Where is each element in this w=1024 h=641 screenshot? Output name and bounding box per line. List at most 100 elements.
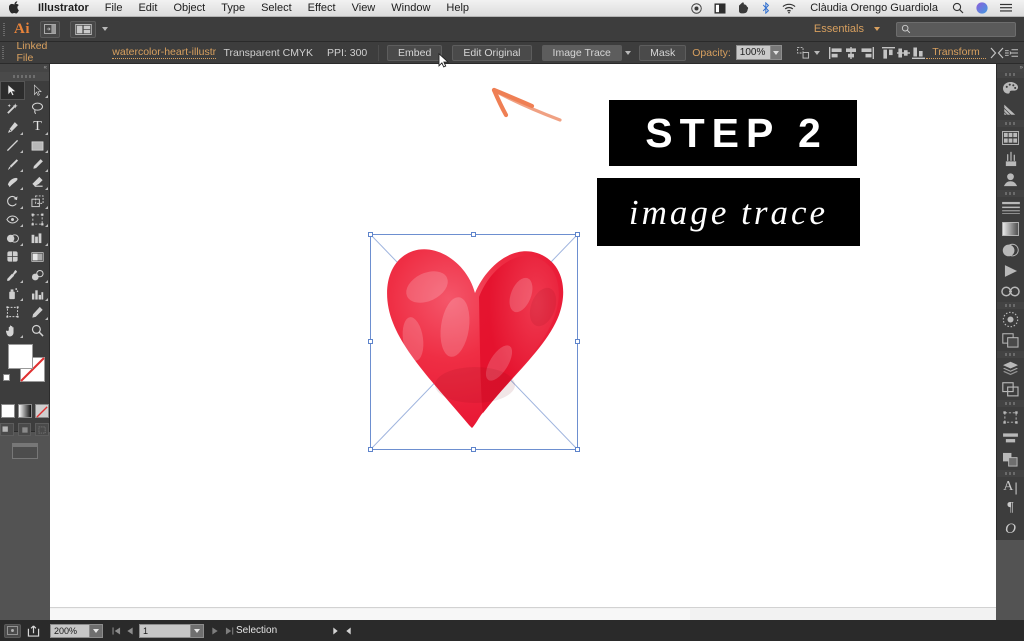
color-guide-panel-icon[interactable] (997, 99, 1024, 120)
menu-file[interactable]: File (97, 2, 131, 14)
selected-placed-image[interactable] (368, 232, 580, 452)
apple-menu-icon[interactable] (0, 0, 30, 16)
align-options-caret-icon[interactable] (811, 45, 822, 61)
align-right-icon[interactable] (859, 44, 874, 62)
swap-default-colors[interactable] (3, 374, 10, 381)
next-artboard-icon[interactable] (208, 624, 222, 638)
search-input[interactable] (896, 21, 1016, 37)
dock-group-handle[interactable] (997, 470, 1024, 477)
align-center-horizontal-icon[interactable] (844, 44, 859, 62)
first-artboard-icon[interactable] (109, 624, 123, 638)
pen-tool[interactable] (0, 118, 25, 137)
color-mode-icon[interactable] (0, 404, 15, 418)
glyphs-panel-icon[interactable]: O (997, 519, 1024, 540)
dock-group-handle[interactable] (997, 190, 1024, 198)
dock-group-handle[interactable] (997, 400, 1024, 407)
swatches-panel-icon[interactable] (997, 127, 1024, 148)
opacity-caret-icon[interactable] (770, 45, 782, 60)
mesh-tool[interactable] (0, 248, 25, 267)
artboards-panel-icon[interactable] (997, 379, 1024, 400)
symbol-sprayer-tool[interactable] (0, 285, 25, 304)
evernote-icon[interactable] (732, 2, 756, 14)
zoom-level-caret-icon[interactable] (90, 623, 103, 638)
column-graph-tool[interactable] (25, 285, 50, 304)
selection-handle[interactable] (471, 447, 476, 452)
rectangle-tool[interactable] (25, 137, 50, 156)
preview-mode-icon[interactable] (4, 623, 21, 638)
bluetooth-icon[interactable] (756, 2, 776, 14)
screen-mode-icon[interactable] (0, 436, 49, 459)
zoom-tool[interactable] (25, 322, 50, 341)
tools-panel-handle[interactable] (0, 72, 49, 81)
pencil-tool[interactable] (25, 155, 50, 174)
artboard-number-input[interactable]: 1 (139, 623, 191, 638)
align-left-icon[interactable] (829, 44, 844, 62)
selection-tool[interactable] (0, 81, 25, 100)
dock-group-handle[interactable] (997, 351, 1024, 358)
display-icon[interactable] (708, 2, 732, 14)
shape-builder-icon[interactable] (990, 44, 1005, 62)
none-mode-icon[interactable] (34, 404, 49, 418)
menu-view[interactable]: View (344, 2, 384, 14)
arrange-documents-caret[interactable] (98, 21, 112, 37)
share-icon[interactable] (25, 624, 42, 638)
hand-tool[interactable] (0, 322, 25, 341)
direct-selection-tool[interactable] (25, 81, 50, 100)
line-segment-tool[interactable] (0, 137, 25, 156)
width-tool[interactable] (0, 211, 25, 230)
macos-username[interactable]: Clàudia Orengo Guardiola (802, 2, 946, 14)
panel-menu-icon[interactable] (1005, 44, 1024, 62)
blend-tool[interactable] (25, 266, 50, 285)
selection-handle[interactable] (368, 339, 373, 344)
transform-panel-icon[interactable] (997, 407, 1024, 428)
last-artboard-icon[interactable] (222, 624, 236, 638)
align-options-icon[interactable] (796, 44, 811, 62)
character-panel-icon[interactable]: A | (997, 477, 1024, 498)
screen-record-icon[interactable] (685, 2, 708, 14)
canvas-horizontal-scrollbar[interactable] (50, 607, 996, 620)
dock-group-handle[interactable] (997, 120, 1024, 128)
image-trace-caret-icon[interactable] (622, 45, 633, 61)
align-panel-icon[interactable] (997, 428, 1024, 449)
shape-builder-tool[interactable] (0, 229, 25, 248)
menu-illustrator[interactable]: Illustrator (30, 2, 97, 14)
appbar-grip[interactable] (0, 17, 8, 41)
chevron-down-icon[interactable] (870, 21, 884, 37)
pathfinder-panel-icon[interactable] (997, 449, 1024, 470)
embed-button[interactable]: Embed (387, 44, 443, 61)
mask-button[interactable]: Mask (639, 44, 687, 61)
links-panel-icon[interactable] (997, 330, 1024, 351)
transparency-panel-icon[interactable] (997, 239, 1024, 260)
lasso-tool[interactable] (25, 100, 50, 119)
brushes-panel-icon[interactable] (997, 148, 1024, 169)
menu-type[interactable]: Type (213, 2, 253, 14)
selection-handle[interactable] (368, 232, 373, 237)
menu-edit[interactable]: Edit (130, 2, 165, 14)
align-top-icon[interactable] (880, 44, 895, 62)
selection-handle[interactable] (575, 339, 580, 344)
gradient-panel-icon[interactable] (997, 218, 1024, 239)
edit-original-button[interactable]: Edit Original (452, 44, 532, 61)
paragraph-panel-icon[interactable]: ¶ (997, 498, 1024, 519)
bridge-icon[interactable] (40, 20, 60, 38)
siri-icon[interactable] (970, 2, 994, 14)
type-tool[interactable]: T (25, 118, 50, 137)
rotate-tool[interactable] (0, 192, 25, 211)
menu-select[interactable]: Select (253, 2, 300, 14)
graphic-styles-panel-icon[interactable] (997, 281, 1024, 302)
slice-tool[interactable] (25, 303, 50, 322)
arrange-documents-icon[interactable] (70, 20, 96, 38)
layers-panel-icon[interactable] (997, 358, 1024, 379)
selection-handle[interactable] (368, 447, 373, 452)
menu-help[interactable]: Help (438, 2, 477, 14)
dock-group-handle[interactable] (997, 71, 1024, 79)
selection-handle[interactable] (575, 447, 580, 452)
artboard-canvas[interactable]: STEP 2 image trace (50, 64, 996, 620)
menu-window[interactable]: Window (383, 2, 438, 14)
selection-handle[interactable] (575, 232, 580, 237)
paintbrush-tool[interactable] (0, 155, 25, 174)
image-trace-button[interactable]: Image Trace (541, 44, 622, 61)
perspective-grid-tool[interactable] (25, 229, 50, 248)
color-panel-icon[interactable] (997, 78, 1024, 99)
stroke-panel-icon[interactable] (997, 197, 1024, 218)
